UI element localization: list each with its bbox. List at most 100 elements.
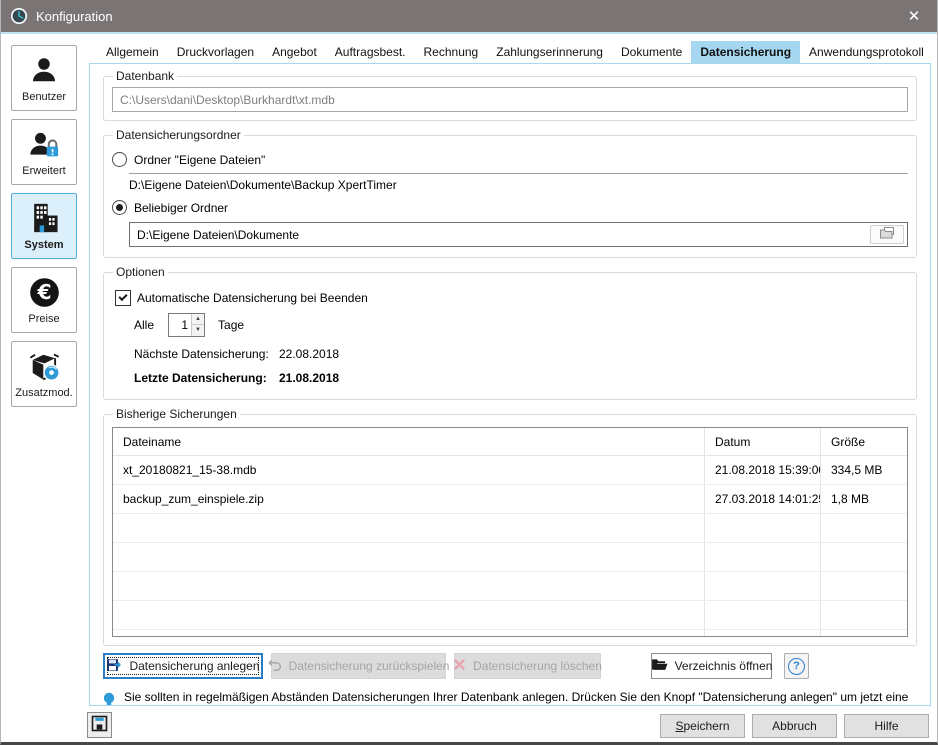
datenbank-path-field[interactable]	[112, 87, 908, 112]
column-dateiname[interactable]: Dateiname	[113, 428, 705, 455]
interval-spinner[interactable]: 1 ▲ ▼	[168, 313, 205, 337]
radio-eigene-dateien-circle[interactable]	[112, 152, 127, 167]
spin-down-button[interactable]: ▼	[192, 325, 204, 336]
column-datum[interactable]: Datum	[705, 428, 821, 455]
tab-auftragsbest[interactable]: Auftragsbest.	[326, 41, 415, 64]
tab-anwendungsprotokoll[interactable]: Anwendungsprotokoll	[800, 41, 933, 64]
last-backup-value: 21.08.2018	[279, 371, 339, 385]
action-button-row: Datensicherung anlegen Datensicherung zu…	[103, 653, 917, 679]
app-clock-icon	[10, 7, 28, 25]
sidebar-item-label: System	[24, 239, 63, 251]
content-panel: Datenbank Datensicherungsordner Ordner "…	[89, 63, 931, 706]
svg-text:€: €	[36, 280, 51, 304]
auto-backup-row[interactable]: Automatische Datensicherung bei Beenden	[115, 287, 908, 308]
open-directory-label: Verzeichnis öffnen	[675, 659, 773, 673]
table-row[interactable]: backup_zum_einspiele.zip 27.03.2018 14:0…	[113, 485, 907, 514]
help-footer-label: Hilfe	[874, 719, 898, 733]
auto-backup-checkbox[interactable]	[115, 290, 131, 306]
lightbulb-icon	[103, 692, 115, 706]
delete-backup-button[interactable]: Datensicherung löschen	[454, 653, 601, 679]
next-backup-label: Nächste Datensicherung:	[134, 347, 279, 361]
table-row-empty	[113, 572, 907, 601]
building-icon	[28, 201, 60, 235]
table-row-empty	[113, 601, 907, 630]
addon-box-icon	[28, 349, 61, 383]
sidebar: Benutzer Erweitert System € Preise Zusat…	[11, 45, 77, 415]
column-groesse[interactable]: Größe	[821, 428, 907, 455]
save-button[interactable]: Speichern	[660, 714, 745, 738]
tab-druckvorlagen[interactable]: Druckvorlagen	[168, 41, 263, 64]
radio-beliebiger-ordner-circle[interactable]	[112, 200, 127, 215]
window-title: Konfiguration	[36, 9, 113, 24]
radio-beliebiger-ordner-label: Beliebiger Ordner	[134, 201, 228, 215]
beliebiger-ordner-field-wrap	[129, 222, 908, 247]
cell-groesse: 334,5 MB	[821, 456, 907, 484]
user-icon	[29, 53, 59, 87]
open-directory-button[interactable]: Verzeichnis öffnen	[651, 653, 772, 679]
group-datensicherungsordner: Datensicherungsordner Ordner "Eigene Dat…	[103, 128, 917, 258]
sidebar-item-system[interactable]: System	[11, 193, 77, 259]
spin-up-button[interactable]: ▲	[192, 314, 204, 326]
table-row-empty	[113, 630, 907, 637]
save-button-label: Speichern	[675, 719, 729, 733]
table-row-empty	[113, 543, 907, 572]
interval-value[interactable]: 1	[169, 314, 191, 336]
help-icon: ?	[788, 658, 805, 675]
last-backup-label: Letzte Datensicherung:	[134, 371, 279, 385]
help-button[interactable]: ?	[784, 653, 809, 679]
cancel-button-label: Abbruch	[772, 719, 817, 733]
backup-table[interactable]: Dateiname Datum Größe xt_20180821_15-38.…	[112, 427, 908, 637]
sidebar-item-label: Benutzer	[22, 91, 66, 103]
tab-allgemein[interactable]: Allgemein	[97, 41, 168, 64]
radio-beliebiger-ordner[interactable]: Beliebiger Ordner	[112, 197, 908, 218]
table-row[interactable]: xt_20180821_15-38.mdb 21.08.2018 15:39:0…	[113, 456, 907, 485]
sidebar-item-zusatzmod[interactable]: Zusatzmod.	[11, 341, 77, 407]
sidebar-item-erweitert[interactable]: Erweitert	[11, 119, 77, 185]
cell-datum: 21.08.2018 15:39:00	[705, 456, 821, 484]
tab-datensicherung[interactable]: Datensicherung	[691, 41, 800, 64]
alle-label: Alle	[134, 318, 154, 332]
group-datenbank: Datenbank	[103, 69, 917, 121]
create-backup-label: Datensicherung anlegen	[129, 659, 259, 673]
cell-dateiname: backup_zum_einspiele.zip	[113, 485, 705, 513]
last-backup-row: Letzte Datensicherung: 21.08.2018	[134, 367, 908, 388]
open-folder-icon	[651, 658, 668, 674]
tab-angebot[interactable]: Angebot	[263, 41, 326, 64]
radio-eigene-dateien-label: Ordner "Eigene Dateien"	[134, 153, 265, 167]
group-datensicherungsordner-label: Datensicherungsordner	[113, 128, 244, 142]
next-backup-row: Nächste Datensicherung: 22.08.2018	[134, 343, 908, 364]
sidebar-item-label: Erweitert	[22, 165, 65, 177]
sidebar-item-preise[interactable]: € Preise	[11, 267, 77, 333]
delete-backup-label: Datensicherung löschen	[473, 659, 602, 673]
restore-backup-button[interactable]: Datensicherung zurückspielen	[271, 653, 446, 679]
beliebiger-ordner-field[interactable]	[129, 222, 908, 247]
footer-button-row: Speichern Abbruch Hilfe	[660, 714, 929, 738]
titlebar[interactable]: Konfiguration ✕	[1, 0, 937, 32]
tab-dokumente[interactable]: Dokumente	[612, 41, 691, 64]
group-bisherige-sicherungen: Bisherige Sicherungen Dateiname Datum Gr…	[103, 407, 917, 646]
auto-backup-label: Automatische Datensicherung bei Beenden	[137, 291, 368, 305]
titlebar-accent-line	[1, 32, 937, 34]
user-lock-icon	[28, 127, 60, 161]
tab-rechnung[interactable]: Rechnung	[415, 41, 488, 64]
sidebar-item-label: Zusatzmod.	[15, 387, 72, 399]
tab-zahlungserinnerung[interactable]: Zahlungserinnerung	[487, 41, 612, 64]
help-footer-button[interactable]: Hilfe	[844, 714, 929, 738]
group-bisherige-sicherungen-label: Bisherige Sicherungen	[113, 407, 240, 421]
radio-eigene-dateien[interactable]: Ordner "Eigene Dateien"	[112, 149, 908, 170]
delete-x-icon	[453, 658, 466, 674]
sidebar-item-benutzer[interactable]: Benutzer	[11, 45, 77, 111]
browse-folder-button[interactable]	[870, 225, 904, 244]
floppy-icon	[91, 715, 108, 735]
group-datenbank-label: Datenbank	[113, 69, 177, 83]
close-button[interactable]: ✕	[891, 0, 937, 32]
cancel-button[interactable]: Abbruch	[752, 714, 837, 738]
next-backup-value: 22.08.2018	[279, 347, 339, 361]
create-backup-button[interactable]: Datensicherung anlegen	[103, 653, 263, 679]
euro-coin-icon: €	[29, 275, 60, 309]
spin-buttons: ▲ ▼	[191, 314, 204, 336]
restore-backup-label: Datensicherung zurückspielen	[289, 659, 450, 673]
info-hint: Sie sollten in regelmäßigen Abständen Da…	[103, 689, 917, 706]
tage-label: Tage	[218, 318, 244, 332]
quick-save-button[interactable]	[87, 712, 112, 738]
